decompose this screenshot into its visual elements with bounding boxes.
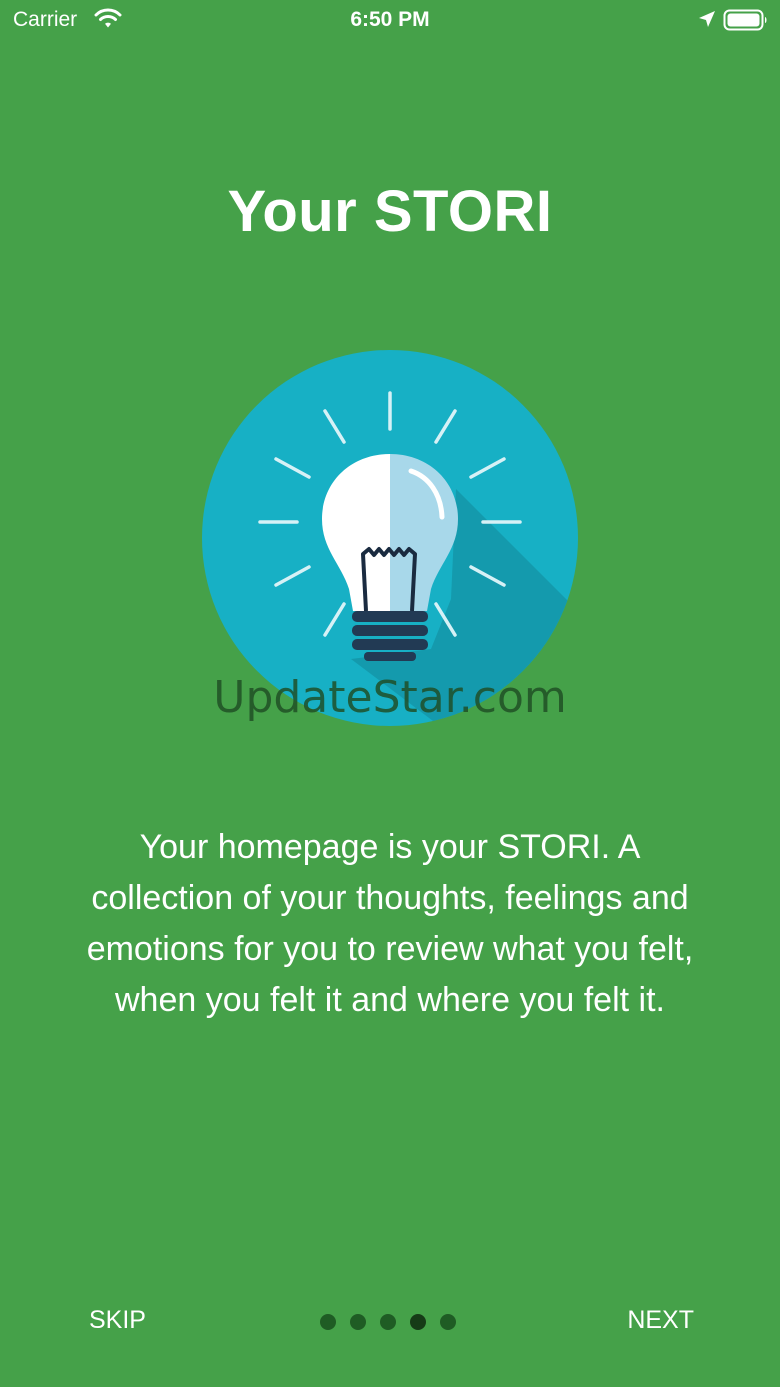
watermark: UpdateStar.com xyxy=(213,672,567,723)
next-button[interactable]: NEXT xyxy=(627,1306,694,1335)
page-dot-4-active[interactable] xyxy=(410,1314,426,1330)
status-bar: Carrier 6:50 PM xyxy=(0,0,780,40)
description-line: Your homepage is your STORI. A xyxy=(139,828,641,866)
lightbulb-icon xyxy=(201,349,579,727)
skip-button[interactable]: SKIP xyxy=(89,1306,146,1335)
battery-icon xyxy=(723,8,769,37)
description-line: collection of your thoughts, feelings an… xyxy=(91,879,689,917)
page-dot-1[interactable] xyxy=(320,1314,336,1330)
bottom-navigation: SKIP NEXT xyxy=(0,1300,780,1344)
page-indicator xyxy=(320,1314,456,1330)
description-line: when you felt it and where you felt it. xyxy=(115,981,665,1019)
clock: 6:50 PM xyxy=(350,8,430,31)
location-icon xyxy=(697,9,717,34)
description: Your homepage is your STORI. A collectio… xyxy=(40,822,740,1026)
description-line: emotions for you to review what you felt… xyxy=(86,930,694,968)
page-title: Your STORI xyxy=(227,179,553,244)
page-dot-3[interactable] xyxy=(380,1314,396,1330)
page-dot-5[interactable] xyxy=(440,1314,456,1330)
page-dot-2[interactable] xyxy=(350,1314,366,1330)
